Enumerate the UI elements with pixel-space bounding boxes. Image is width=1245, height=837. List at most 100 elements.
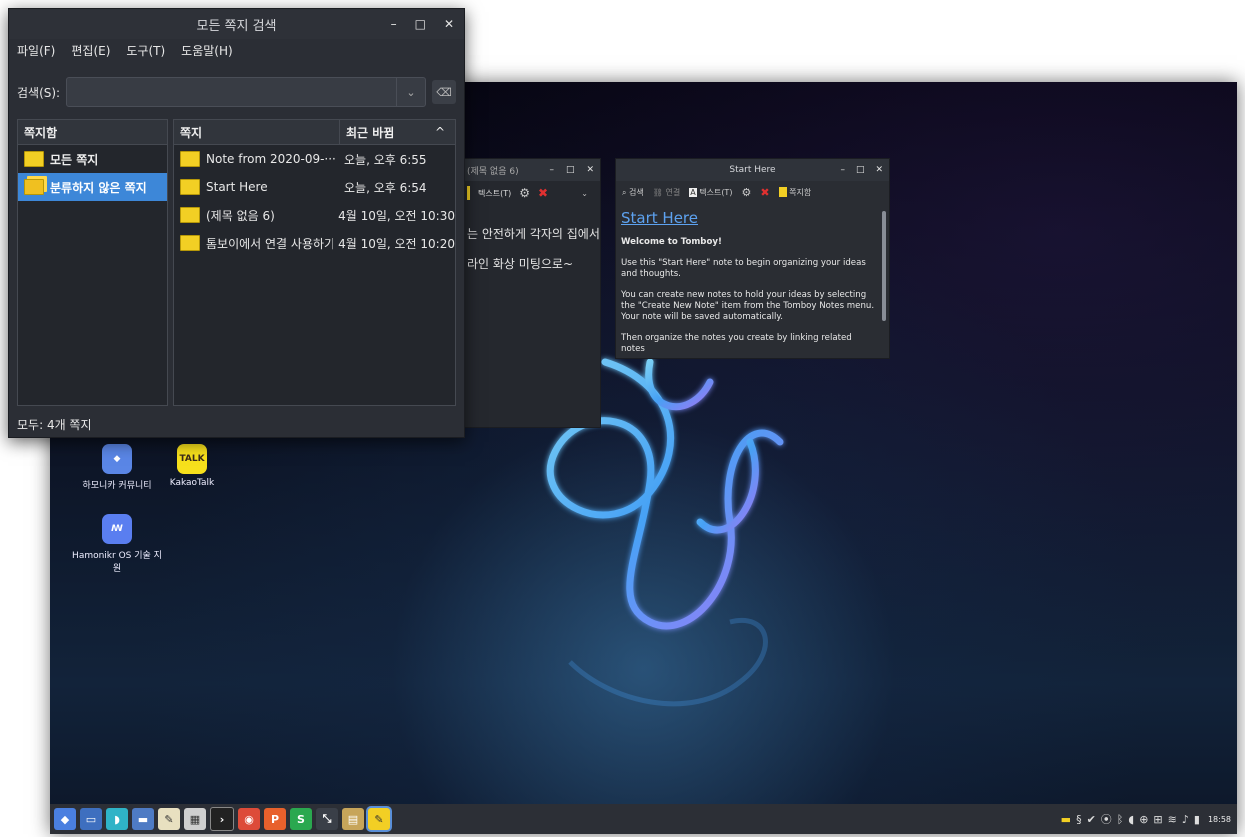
text-editor-icon[interactable]: ✎: [158, 808, 180, 830]
maximize-button[interactable]: □: [566, 165, 575, 175]
chevron-down-icon[interactable]: ⌄: [581, 189, 588, 198]
note-row[interactable]: Start Here 오늘, 오후 6:54: [174, 173, 455, 201]
archive-icon[interactable]: ▤: [342, 808, 364, 830]
gear-icon[interactable]: ⚙: [519, 186, 530, 200]
shield-icon[interactable]: ⦿: [1101, 811, 1112, 827]
close-button[interactable]: ✕: [875, 165, 883, 175]
notebook-item-unfiled[interactable]: 분류하지 않은 쪽지: [18, 173, 167, 201]
column-note[interactable]: 쪽지: [174, 120, 339, 144]
note-icon: [180, 235, 200, 251]
text-menu-button[interactable]: 텍스트(T): [478, 188, 511, 199]
file-manager-icon[interactable]: ▬: [132, 808, 154, 830]
menu-tools[interactable]: 도구(T): [126, 42, 165, 59]
notebook-label: 모든 쪽지: [50, 152, 99, 167]
column-notebook: 쪽지함: [24, 125, 58, 140]
sync-icon[interactable]: §: [1076, 813, 1082, 826]
taskbar: ◆ ▭ ◗ ▬ ✎ ▦ › ◉ P S ⤡ ▤ ✎ ▬ § ✔ ⦿ ᛒ ◖ ⊕ …: [50, 804, 1237, 834]
note-paragraph: You can create new notes to hold your id…: [621, 290, 875, 322]
tomboy-tray-icon[interactable]: ▬: [1061, 813, 1071, 826]
clear-search-button[interactable]: ⌫: [432, 80, 456, 104]
maximize-button[interactable]: □: [415, 17, 426, 31]
note-list: 쪽지 최근 바뀜 ^ Note from 2020-09-··· 오늘, 오후 …: [173, 119, 456, 406]
note-edge-icon: [467, 186, 470, 200]
search-input[interactable]: ⌄: [66, 77, 426, 107]
terminal-icon[interactable]: ›: [210, 807, 234, 831]
input-method-icon[interactable]: ⊞: [1153, 813, 1162, 826]
menubar: 파일(F) 편집(E) 도구(T) 도움말(H): [9, 39, 464, 61]
note-row[interactable]: 톰보이에서 연결 사용하기 4월 10일, 오전 10:20: [174, 229, 455, 257]
titlebar[interactable]: (제목 없음 6) – □ ✕: [463, 159, 600, 181]
kakaotalk-icon: TALK: [177, 444, 207, 474]
chat-icon[interactable]: ◖: [1128, 813, 1134, 826]
menu-file[interactable]: 파일(F): [17, 42, 55, 59]
note-body[interactable]: 는 안전하게 각자의 집에서 라인 화상 미팅으로~: [463, 205, 600, 279]
spreadsheet-icon[interactable]: S: [290, 808, 312, 830]
text-menu-button[interactable]: A 텍스트(T): [689, 187, 732, 198]
window-title: (제목 없음 6): [467, 166, 519, 177]
volume-icon[interactable]: ♪: [1182, 813, 1189, 826]
wifi-icon[interactable]: ≋: [1168, 813, 1177, 826]
search-row: 검색(S): ⌄ ⌫: [9, 77, 464, 107]
tomboy-notes-icon[interactable]: ✎: [368, 808, 390, 830]
minimize-button[interactable]: –: [840, 165, 845, 175]
note-body[interactable]: Start Here Welcome to Tomboy! Use this "…: [616, 209, 889, 358]
note-row[interactable]: (제목 없음 6) 4월 10일, 오전 10:30: [174, 201, 455, 229]
calculator-icon[interactable]: ▦: [184, 808, 206, 830]
notebook-icon: [24, 151, 44, 167]
toolbar: ⌕ 검색 ⛓ 연결 A 텍스트(T) ⚙ ✖ 쪽지함: [616, 181, 889, 203]
gear-icon[interactable]: ⚙: [741, 186, 751, 199]
column-modified-label: 최근 바뀜: [346, 125, 395, 140]
minimize-button[interactable]: –: [391, 17, 397, 31]
note-list-header: 쪽지 최근 바뀜 ^: [174, 120, 455, 145]
toolbar: 텍스트(T) ⚙ ✖ ⌄: [463, 181, 600, 205]
hamonikr-app-icon[interactable]: ◗: [106, 808, 128, 830]
system-tray: ▬ § ✔ ⦿ ᛒ ◖ ⊕ ⊞ ≋ ♪ ▮ 18:58: [1061, 811, 1237, 827]
maximize-button[interactable]: □: [856, 165, 865, 175]
presentation-icon[interactable]: P: [264, 808, 286, 830]
tools-icon[interactable]: ✔: [1087, 813, 1096, 826]
browser-icon[interactable]: ◉: [238, 808, 260, 830]
notebook-label: 분류하지 않은 쪽지: [50, 180, 147, 195]
notebook-list-header[interactable]: 쪽지함: [18, 120, 167, 145]
menu-help[interactable]: 도움말(H): [181, 42, 233, 59]
desktop-icon-kakaotalk[interactable]: TALK KakaoTalk: [147, 444, 237, 488]
close-button[interactable]: ✕: [586, 165, 594, 175]
close-button[interactable]: ✕: [444, 17, 454, 31]
note-date: 4월 10일, 오전 10:30: [338, 208, 455, 223]
bluetooth-icon[interactable]: ᛒ: [1117, 813, 1124, 826]
search-button[interactable]: ⌕ 검색: [622, 187, 644, 198]
clock[interactable]: 18:58: [1208, 815, 1231, 824]
delete-icon[interactable]: ✖: [538, 186, 548, 200]
titlebar[interactable]: 모든 쪽지 검색 – □ ✕: [9, 9, 464, 39]
notebook-icon: [778, 187, 787, 197]
battery-icon[interactable]: ▮: [1194, 813, 1200, 826]
column-modified[interactable]: 최근 바뀜 ^: [339, 120, 455, 144]
globe-icon[interactable]: ⊕: [1139, 813, 1148, 826]
menu-edit[interactable]: 편집(E): [71, 42, 110, 59]
notebook-button[interactable]: 쪽지함: [778, 187, 811, 198]
hamonikr-community-icon: ◆: [102, 444, 132, 474]
window-title: 모든 쪽지 검색: [196, 18, 277, 34]
scrollbar[interactable]: [882, 211, 886, 321]
hamonikr-support-icon: ꟿ: [102, 514, 132, 544]
show-desktop-icon[interactable]: ▭: [80, 808, 102, 830]
start-here-window: Start Here – □ ✕ ⌕ 검색 ⛓ 연결 A 텍스트(T) ⚙ ✖ …: [615, 158, 890, 359]
start-menu-icon[interactable]: ◆: [54, 808, 76, 830]
titlebar[interactable]: Start Here – □ ✕: [616, 159, 889, 181]
note-row[interactable]: Note from 2020-09-··· 오늘, 오후 6:55: [174, 145, 455, 173]
search-label: 검색(S):: [17, 85, 61, 100]
note-date: 4월 10일, 오전 10:20: [338, 236, 455, 251]
note-icon: [180, 207, 200, 223]
desktop-icon-hamonikr-support[interactable]: ꟿ Hamonikr OS 기술 지원: [72, 514, 162, 574]
screenshot-icon[interactable]: ⤡: [316, 808, 338, 830]
notebook-item-all[interactable]: 모든 쪽지: [18, 145, 167, 173]
desktop-icon-label: Hamonikr OS 기술 지원: [72, 551, 162, 574]
chevron-down-icon[interactable]: ⌄: [396, 78, 425, 106]
clear-icon: ⌫: [436, 85, 452, 99]
link-button[interactable]: ⛓ 연결: [653, 187, 680, 198]
minimize-button[interactable]: –: [549, 165, 554, 175]
delete-icon[interactable]: ✖: [760, 186, 769, 199]
text-label: 텍스트(T): [699, 187, 733, 197]
link-label: 연결: [665, 187, 681, 197]
desktop-icon-label: KakaoTalk: [169, 478, 215, 488]
